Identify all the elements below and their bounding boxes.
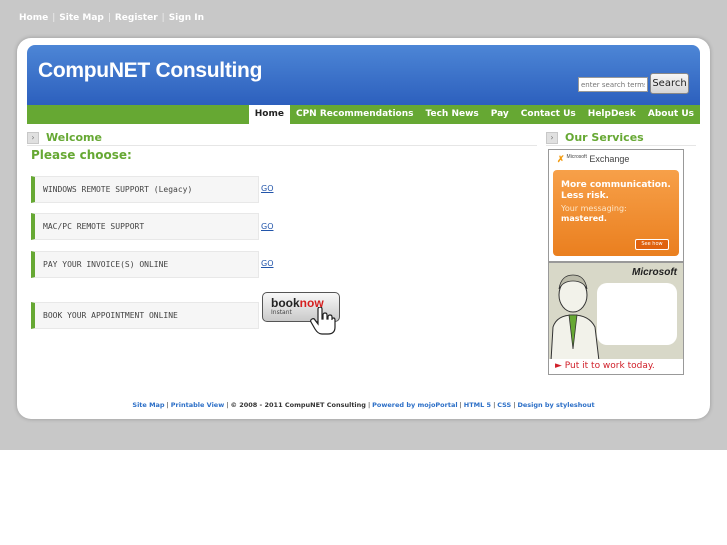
exchange-headline: More communication. Less risk.: [561, 180, 671, 201]
top-links: Home | Site Map | Register | Sign In: [19, 13, 204, 23]
footer-copyright: © 2008 - 2011 CompuNET Consulting: [230, 401, 366, 409]
speech-bubble: [597, 283, 677, 345]
option-label: WINDOWS REMOTE SUPPORT (Legacy): [43, 185, 193, 194]
nav-home[interactable]: Home: [248, 105, 290, 124]
nav-contact-us[interactable]: Contact Us: [515, 105, 582, 124]
option-pay-invoice: PAY YOUR INVOICE(S) ONLINE: [31, 251, 259, 278]
main-nav: Home CPN Recommendations Tech News Pay C…: [27, 105, 700, 124]
exchange-ad-panel: More communication. Less risk. Your mess…: [553, 170, 679, 256]
businessman-illustration: [550, 274, 600, 361]
search-input[interactable]: [578, 77, 648, 92]
nav-tech-news[interactable]: Tech News: [420, 105, 485, 124]
welcome-title: Welcome: [46, 131, 102, 144]
go-link-pay-invoice[interactable]: GO: [261, 259, 274, 268]
option-windows-remote-support: WINDOWS REMOTE SUPPORT (Legacy): [31, 176, 259, 203]
footer: Site Map | Printable View | © 2008 - 2011 Co…: [132, 401, 595, 409]
services-divider: [546, 145, 696, 146]
microsoft-logo: Microsoft: [632, 267, 677, 278]
nav-cpn-recommendations[interactable]: CPN Recommendations: [290, 105, 420, 124]
chevron-right-icon: ›: [546, 132, 558, 144]
site-header: CompuNET Consulting Search: [27, 45, 700, 106]
option-mac-pc-remote-support: MAC/PC REMOTE SUPPORT: [31, 213, 259, 240]
footer-site-map[interactable]: Site Map: [132, 401, 164, 409]
site-title[interactable]: CompuNET Consulting: [38, 59, 262, 83]
services-title: Our Services: [565, 131, 644, 144]
book-now-sub: Instant: [271, 309, 292, 316]
put-it-to-work-link[interactable]: ► Put it to work today.: [549, 359, 683, 374]
top-link-sign-in[interactable]: Sign In: [169, 13, 204, 23]
microsoft-ad[interactable]: Microsoft ► Put it to work today.: [548, 262, 684, 375]
footer-css[interactable]: CSS: [497, 401, 511, 409]
option-label: PAY YOUR INVOICE(S) ONLINE: [43, 260, 169, 269]
go-link-windows-remote[interactable]: GO: [261, 184, 274, 193]
pointer-hand-icon: [310, 307, 336, 335]
footer-html5[interactable]: HTML 5: [464, 401, 491, 409]
exchange-x-icon: ✗: [557, 154, 565, 164]
nav-about-us[interactable]: About Us: [642, 105, 700, 124]
footer-powered-by[interactable]: Powered by mojoPortal: [372, 401, 457, 409]
exchange-logo: ✗ Microsoft Exchange: [557, 154, 630, 164]
welcome-header: › Welcome: [27, 131, 537, 145]
footer-design-by[interactable]: Design by styleshout: [517, 401, 594, 409]
chevron-right-icon: ›: [27, 132, 39, 144]
top-link-register[interactable]: Register: [115, 13, 158, 23]
option-label: MAC/PC REMOTE SUPPORT: [43, 222, 145, 231]
exchange-ad[interactable]: ✗ Microsoft Exchange More communication. …: [548, 149, 684, 262]
see-how-button[interactable]: See how: [635, 239, 669, 250]
book-word: book: [271, 296, 300, 310]
top-link-site-map[interactable]: Site Map: [59, 13, 104, 23]
exchange-subline: Your messaging: mastered.: [561, 204, 627, 223]
search-button[interactable]: Search: [650, 73, 689, 94]
nav-helpdesk[interactable]: HelpDesk: [582, 105, 642, 124]
go-link-mac-pc-remote[interactable]: GO: [261, 222, 274, 231]
services-header: › Our Services: [546, 131, 696, 145]
option-label: BOOK YOUR APPOINTMENT ONLINE: [43, 311, 178, 320]
nav-pay[interactable]: Pay: [485, 105, 515, 124]
choose-prompt: Please choose:: [31, 148, 132, 162]
footer-printable-view[interactable]: Printable View: [171, 401, 224, 409]
welcome-divider: [27, 145, 537, 146]
option-book-appointment: BOOK YOUR APPOINTMENT ONLINE: [31, 302, 259, 329]
top-link-home[interactable]: Home: [19, 13, 48, 23]
